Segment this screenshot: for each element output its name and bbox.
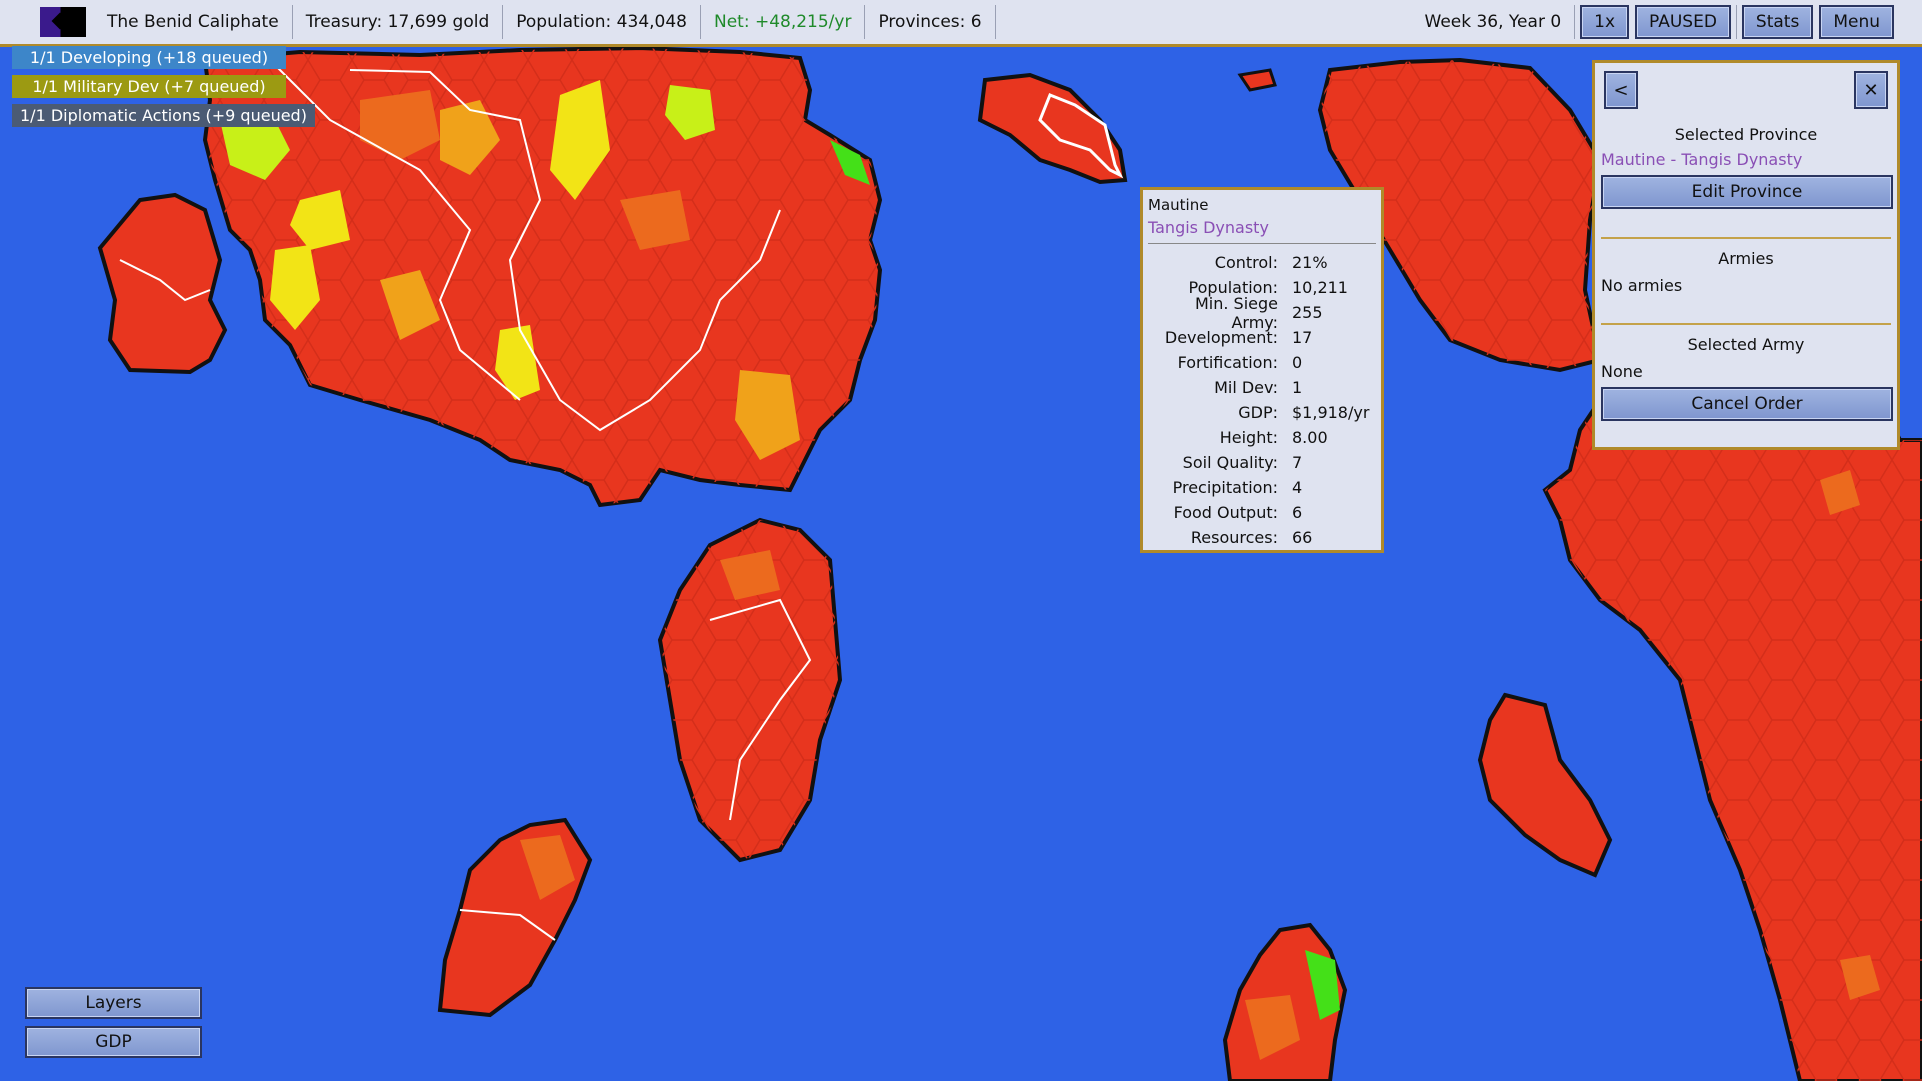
queue-developing[interactable]: 1/1 Developing (+18 queued) — [12, 46, 286, 69]
tooltip-stat-label: Height: — [1219, 428, 1278, 447]
tooltip-stat-row: Soil Quality: 7 — [1148, 450, 1376, 475]
divider — [1601, 237, 1891, 239]
selected-province-name[interactable]: Mautine - Tangis Dynasty — [1595, 150, 1897, 169]
tooltip-stat-row: Precipitation: 4 — [1148, 475, 1376, 500]
menu-button[interactable]: Menu — [1819, 5, 1894, 39]
selected-province-heading: Selected Province — [1674, 125, 1818, 144]
divider — [291, 5, 293, 39]
cancel-order-button[interactable]: Cancel Order — [1601, 387, 1893, 421]
tooltip-stat-row: Control: 21% — [1148, 250, 1376, 275]
top-bar: The Benid Caliphate Treasury: 17,699 gol… — [0, 0, 1922, 47]
tooltip-stat-label: Fortification: — [1177, 353, 1278, 372]
divider — [1574, 5, 1576, 39]
divider — [1601, 323, 1891, 325]
back-button[interactable]: < — [1604, 71, 1638, 109]
queue-diplomatic-actions[interactable]: 1/1 Diplomatic Actions (+9 queued) — [12, 104, 315, 127]
tooltip-stat-value: 6 — [1292, 503, 1303, 522]
province-tooltip: Mautine Tangis Dynasty Control: 21% Popula… — [1140, 187, 1384, 553]
net-income-readout: Net: +48,215/yr — [713, 12, 852, 32]
tooltip-stats: Control: 21% Population: 10,211 Min. Siege A… — [1148, 250, 1376, 550]
tooltip-province-name: Mautine — [1148, 196, 1209, 214]
close-button[interactable]: ✕ — [1854, 71, 1888, 109]
layers-button[interactable]: Layers — [25, 987, 202, 1019]
tooltip-stat-label: Control: — [1214, 253, 1278, 272]
nation-name[interactable]: The Benid Caliphate — [96, 12, 290, 32]
tooltip-stat-label: Precipitation: — [1172, 478, 1278, 497]
tooltip-stat-row: Min. Siege Army: 255 — [1148, 294, 1376, 332]
divider — [864, 5, 866, 39]
tooltip-stat-value: 7 — [1292, 453, 1303, 472]
divider — [502, 5, 504, 39]
tooltip-stat-value: 8.00 — [1292, 428, 1328, 447]
tooltip-stat-value: 17 — [1292, 328, 1313, 347]
tooltip-stat-value: $1,918/yr — [1292, 403, 1370, 422]
population-readout: Population: 434,048 — [516, 12, 687, 32]
divider — [1735, 5, 1737, 39]
tooltip-stat-label: Development: — [1164, 328, 1278, 347]
tooltip-stat-row: Food Output: 6 — [1148, 500, 1376, 525]
tooltip-stat-label: Min. Siege Army: — [1194, 293, 1278, 332]
tooltip-stat-value: 1 — [1292, 378, 1303, 397]
tooltip-stat-row: Mil Dev: 1 — [1148, 375, 1376, 400]
tooltip-stat-row: Fortification: 0 — [1148, 350, 1376, 375]
tooltip-stat-row: Development: 17 — [1148, 325, 1376, 350]
tooltip-stat-label: Food Output: — [1173, 503, 1278, 522]
tooltip-stat-label: Soil Quality: — [1182, 453, 1278, 472]
tooltip-stat-value: 21% — [1292, 253, 1328, 272]
game-date: Week 36, Year 0 — [1424, 12, 1562, 32]
tooltip-stat-label: GDP: — [1238, 403, 1278, 422]
speed-button[interactable]: 1x — [1580, 5, 1630, 39]
stats-button[interactable]: Stats — [1741, 5, 1814, 39]
tooltip-stat-value: 0 — [1292, 353, 1303, 372]
tooltip-stat-value: 255 — [1292, 303, 1323, 322]
gdp-layer-button[interactable]: GDP — [25, 1026, 202, 1058]
treasury-readout: Treasury: 17,699 gold — [305, 12, 490, 32]
tooltip-stat-row: Resources: 66 — [1148, 525, 1376, 550]
tooltip-stat-value: 66 — [1292, 528, 1313, 547]
divider — [699, 5, 701, 39]
tooltip-owner: Tangis Dynasty — [1148, 218, 1376, 244]
tooltip-stat-row: Height: 8.00 — [1148, 425, 1376, 450]
edit-province-button[interactable]: Edit Province — [1601, 175, 1893, 209]
queue-military-dev[interactable]: 1/1 Military Dev (+7 queued) — [12, 75, 286, 98]
province-panel: < ✕ Selected Province Mautine - Tangis D… — [1592, 60, 1900, 450]
pause-button[interactable]: PAUSED — [1635, 5, 1731, 39]
divider — [994, 5, 996, 39]
provinces-readout: Provinces: 6 — [878, 12, 982, 32]
tooltip-stat-value: 4 — [1292, 478, 1303, 497]
armies-value: No armies — [1601, 276, 1683, 295]
tooltip-stat-row: GDP: $1,918/yr — [1148, 400, 1376, 425]
selected-army-heading: Selected Army — [1687, 335, 1805, 354]
tooltip-stat-value: 10,211 — [1292, 278, 1348, 297]
tooltip-stat-label: Resources: — [1190, 528, 1278, 547]
armies-heading: Armies — [1718, 249, 1774, 268]
tooltip-stat-label: Mil Dev: — [1214, 378, 1278, 397]
selected-army-value: None — [1601, 362, 1643, 381]
nation-flag-icon[interactable] — [40, 7, 86, 37]
